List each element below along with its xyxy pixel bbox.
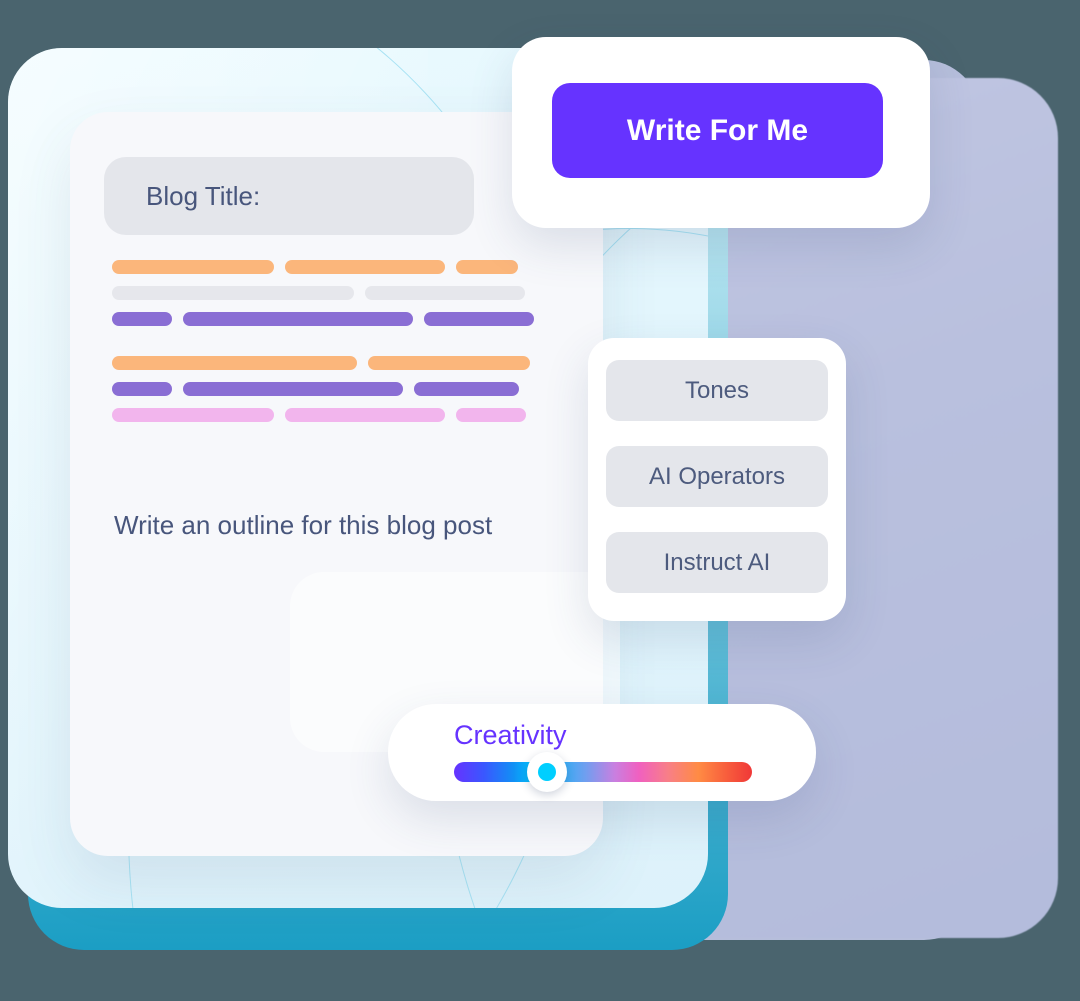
content-bar — [112, 382, 172, 396]
content-bar — [112, 356, 357, 370]
option-item-ai-operators[interactable]: AI Operators — [606, 446, 828, 507]
content-bar — [456, 408, 526, 422]
option-item-instruct-ai[interactable]: Instruct AI — [606, 532, 828, 593]
content-bar — [112, 312, 172, 326]
content-bar — [183, 382, 403, 396]
write-for-me-card: Write For Me — [512, 37, 930, 228]
content-bar — [456, 260, 518, 274]
content-bar-spacer — [112, 338, 572, 356]
content-bar — [112, 260, 274, 274]
creativity-slider-thumb[interactable] — [527, 752, 567, 792]
content-bar — [285, 260, 445, 274]
creativity-label: Creativity — [454, 720, 567, 750]
content-bar — [112, 286, 354, 300]
content-bar — [424, 312, 534, 326]
content-bar-row — [112, 312, 572, 326]
content-bar-row — [112, 356, 572, 370]
content-bar-row — [112, 286, 572, 300]
content-bar — [368, 356, 530, 370]
document-content-bars — [112, 260, 572, 434]
content-bar — [183, 312, 413, 326]
option-item-tones[interactable]: Tones — [606, 360, 828, 421]
blog-title-label: Blog Title: — [146, 180, 261, 211]
content-bar — [414, 382, 519, 396]
creativity-slider-track[interactable] — [454, 762, 752, 782]
content-bar-row — [112, 260, 572, 274]
content-bar — [365, 286, 525, 300]
content-bar-row — [112, 382, 572, 396]
scene-root: Blog Title: Write an outline for this bl… — [0, 0, 1080, 1001]
content-bar — [112, 408, 274, 422]
write-for-me-button[interactable]: Write For Me — [552, 83, 883, 178]
content-bar — [285, 408, 445, 422]
outline-prompt-text: Write an outline for this blog post — [114, 510, 493, 540]
content-bar-row — [112, 408, 572, 422]
options-card: Tones AI Operators Instruct AI — [588, 338, 846, 621]
creativity-card: Creativity — [388, 704, 816, 801]
blog-title-field[interactable]: Blog Title: — [104, 157, 474, 235]
